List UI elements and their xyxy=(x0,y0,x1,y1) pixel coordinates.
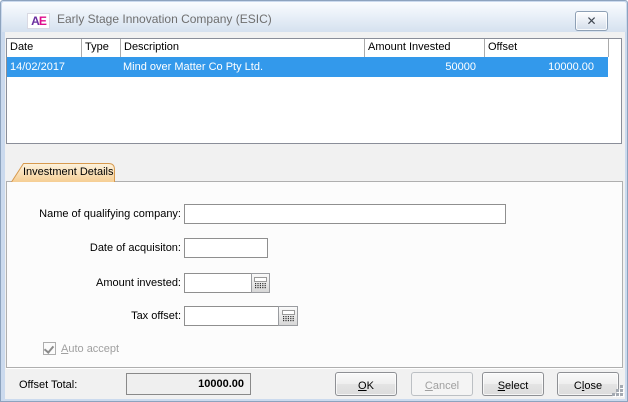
tax-offset-input[interactable] xyxy=(184,306,279,326)
close-icon: ✕ xyxy=(586,15,596,27)
app-icon-letter-a: A xyxy=(31,14,39,28)
app-icon: AE xyxy=(27,13,50,29)
calculator-icon xyxy=(282,310,295,322)
grid-header: Date Type Description Amount Invested Of… xyxy=(7,39,621,57)
title-bar[interactable]: AE Early Stage Innovation Company (ESIC)… xyxy=(2,2,626,32)
amount-invested-label: Amount invested: xyxy=(29,277,181,289)
tax-offset-label: Tax offset: xyxy=(29,310,181,322)
window-title: Early Stage Innovation Company (ESIC) xyxy=(57,12,272,26)
calculator-icon xyxy=(254,277,267,289)
offset-total-value: 10000.00 xyxy=(126,373,251,395)
cell-date: 14/02/2017 xyxy=(7,57,81,77)
cell-description: Mind over Matter Co Pty Ltd. xyxy=(120,57,364,77)
cell-type xyxy=(81,57,120,77)
resize-grip[interactable] xyxy=(620,393,623,396)
name-of-company-input[interactable] xyxy=(184,204,506,224)
date-of-acquisition-label: Date of acquisiton: xyxy=(29,242,181,254)
column-header-offset: Offset xyxy=(484,39,608,57)
auto-accept-checkbox xyxy=(43,342,56,355)
dialog-window: AE Early Stage Innovation Company (ESIC)… xyxy=(0,0,628,402)
close-button-footer[interactable]: Close xyxy=(557,372,619,396)
column-header-amount-invested: Amount Invested xyxy=(364,39,484,57)
cancel-button: Cancel xyxy=(411,372,473,396)
app-icon-letter-e: E xyxy=(39,14,46,28)
amount-invested-input[interactable] xyxy=(184,273,252,293)
offset-total-label: Offset Total: xyxy=(19,379,77,391)
tax-offset-calculator-button[interactable] xyxy=(278,306,298,326)
select-button[interactable]: Select xyxy=(482,372,544,396)
tab-investment-details-label: Investment Details xyxy=(23,166,113,178)
column-header-date: Date xyxy=(7,39,81,57)
auto-accept-label: Auto accept xyxy=(61,343,119,355)
name-of-company-label: Name of qualifying company: xyxy=(29,208,181,220)
column-header-description: Description xyxy=(120,39,364,57)
ok-button[interactable]: OK xyxy=(335,372,397,396)
cell-offset: 10000.00 xyxy=(484,57,608,77)
table-row-selected[interactable]: 14/02/2017 Mind over Matter Co Pty Ltd. … xyxy=(7,57,608,77)
investments-grid: Date Type Description Amount Invested Of… xyxy=(6,38,622,144)
amount-invested-calculator-button[interactable] xyxy=(251,273,270,293)
date-of-acquisition-input[interactable] xyxy=(184,238,268,258)
column-header-filler xyxy=(608,39,621,57)
column-header-type: Type xyxy=(81,39,120,57)
cell-amount-invested: 50000 xyxy=(364,57,484,77)
close-button[interactable]: ✕ xyxy=(575,11,608,31)
